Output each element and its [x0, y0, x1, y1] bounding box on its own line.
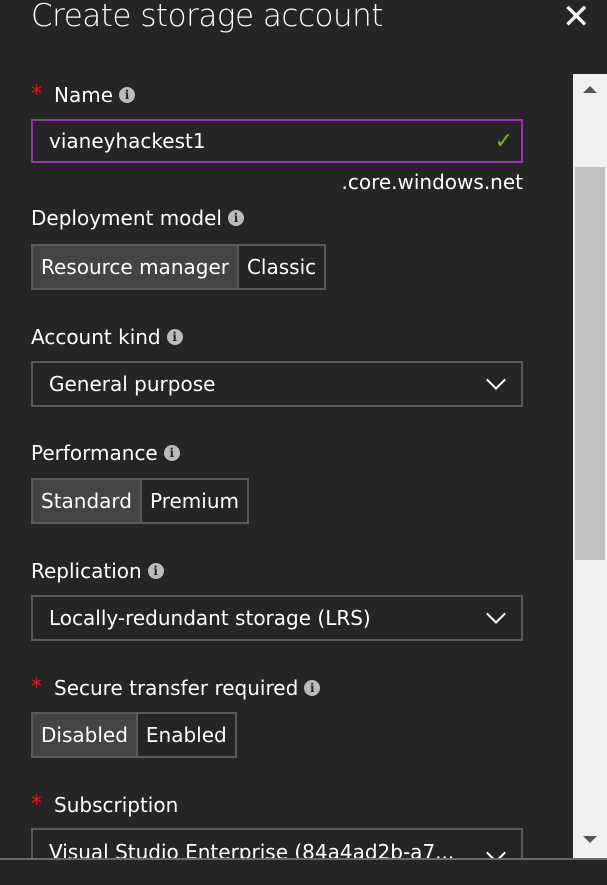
secure-transfer-label: * Secure transfer required i [31, 675, 321, 700]
name-label: * Name i [31, 82, 136, 107]
option-resource-manager[interactable]: Resource manager [33, 246, 239, 288]
account-kind-label-text: Account kind [31, 325, 161, 349]
account-kind-label: Account kind i [31, 325, 183, 349]
option-classic[interactable]: Classic [239, 246, 324, 288]
required-mark: * [31, 792, 42, 817]
footer [0, 858, 607, 885]
deployment-label-text: Deployment model [31, 206, 222, 230]
option-enabled[interactable]: Enabled [138, 714, 235, 756]
chevron-down-icon [486, 604, 506, 624]
replication-label-text: Replication [31, 559, 142, 583]
required-mark: * [31, 675, 42, 700]
deployment-label: Deployment model i [31, 206, 244, 230]
name-value: vianeyhackest1 [49, 129, 206, 153]
subscription-label: * Subscription [31, 792, 178, 817]
deployment-toggle: Resource manager Classic [31, 244, 327, 290]
replication-label: Replication i [31, 559, 164, 583]
info-icon[interactable]: i [147, 563, 164, 579]
performance-label-text: Performance [31, 441, 158, 465]
replication-value: Locally-redundant storage (LRS) [49, 606, 371, 630]
secure-transfer-toggle: Disabled Enabled [31, 712, 237, 758]
account-kind-value: General purpose [49, 372, 216, 396]
option-disabled[interactable]: Disabled [33, 714, 138, 756]
close-icon[interactable]: ✕ [562, 0, 591, 34]
page-title: Create storage account [31, 0, 383, 34]
account-kind-select[interactable]: General purpose [31, 361, 523, 407]
name-suffix: .core.windows.net [341, 170, 523, 194]
scrollbar-thumb[interactable] [575, 167, 605, 560]
name-input[interactable]: vianeyhackest1 ✓ [31, 119, 523, 163]
scroll-up-arrow-icon[interactable] [583, 86, 597, 93]
option-premium[interactable]: Premium [142, 480, 247, 522]
info-icon[interactable]: i [304, 679, 321, 696]
replication-select[interactable]: Locally-redundant storage (LRS) [31, 595, 523, 641]
info-icon[interactable]: i [163, 445, 180, 461]
name-label-text: Name [54, 82, 114, 107]
performance-toggle: Standard Premium [31, 478, 249, 524]
secure-transfer-label-text: Secure transfer required [54, 675, 299, 700]
option-standard[interactable]: Standard [33, 480, 142, 522]
scroll-down-arrow-icon[interactable] [583, 836, 597, 843]
info-icon[interactable]: i [119, 86, 136, 103]
required-mark: * [31, 82, 42, 107]
chevron-down-icon [486, 370, 506, 390]
info-icon[interactable]: i [166, 329, 183, 345]
info-icon[interactable]: i [227, 210, 244, 226]
performance-label: Performance i [31, 441, 180, 465]
checkmark-icon: ✓ [494, 128, 513, 154]
subscription-label-text: Subscription [54, 792, 179, 817]
